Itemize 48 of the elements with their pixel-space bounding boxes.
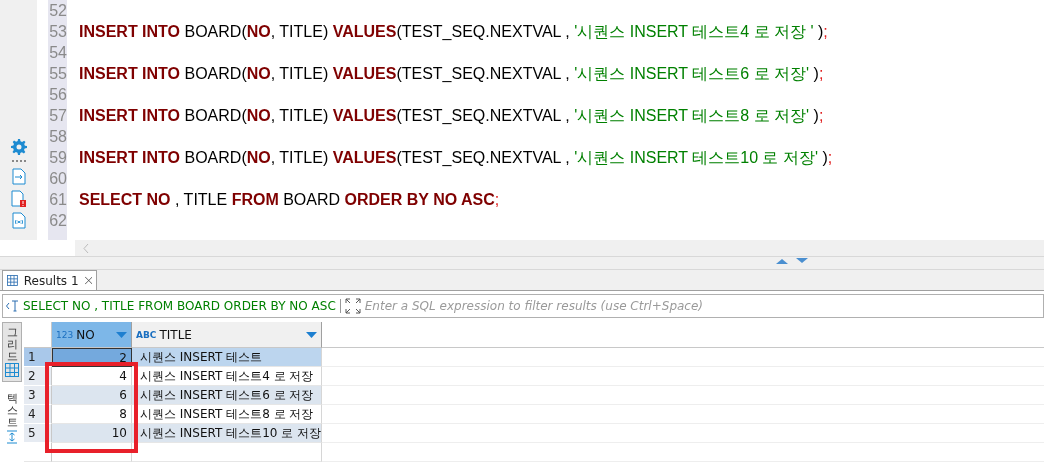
view-mode-tab[interactable]: 텍스트 — [2, 388, 22, 449]
line-number: 60 — [48, 169, 67, 189]
column-header[interactable]: ABC TITLE — [132, 322, 322, 348]
line-number: 57 — [48, 106, 67, 126]
code-line: INSERT INTO BOARD(NO, TITLE) VALUES(TEST_SEQ.NEXTVAL , '시퀀스 INSERT 테스트6 로 저장' ); — [79, 64, 825, 84]
expand-icon[interactable] — [344, 298, 361, 314]
query-text: SELECT NO , TITLE FROM BOARD ORDER BY NO ASC — [23, 299, 336, 313]
filter-input[interactable]: Enter a SQL expression to filter results (use Ctrl+Space) — [364, 299, 1043, 313]
table-cell: 시퀀스 INSERT 테스트 — [132, 348, 322, 367]
dropdown-icon[interactable] — [116, 331, 127, 338]
line-number: 62 — [48, 211, 67, 231]
dropdown-icon[interactable] — [306, 331, 317, 338]
code-line: INSERT INTO BOARD(NO, TITLE) VALUES(TEST_SEQ.NEXTVAL , '시퀀스 INSERT 테스트4 로 저장 ' ); — [79, 22, 829, 42]
table-cell: 6 — [52, 386, 132, 405]
code-line: INSERT INTO BOARD(NO, TITLE) VALUES(TEST_SEQ.NEXTVAL , '시퀀스 INSERT 테스트10 로 저장' ); — [79, 148, 834, 168]
table-icon — [7, 274, 18, 287]
collapse-down-icon[interactable] — [796, 258, 808, 264]
sql-text-icon — [6, 300, 19, 312]
table-cell: 시퀀스 INSERT 테스트6 로 저장 — [132, 386, 322, 405]
grid-icon — [5, 363, 19, 378]
scroll-left-icon[interactable] — [83, 243, 89, 253]
column-header[interactable]: 123 NO — [52, 322, 132, 348]
dots-icon — [11, 160, 26, 163]
close-icon[interactable] — [84, 276, 92, 285]
code-line: INSERT INTO BOARD(NO, TITLE) VALUES(TEST_SEQ.NEXTVAL , '시퀀스 INSERT 테스트8 로 저장' ); — [79, 106, 825, 126]
horizontal-scrollbar[interactable] — [75, 240, 1044, 256]
line-number: 56 — [48, 85, 67, 105]
variable-file-icon[interactable] — [11, 212, 26, 229]
export-icon[interactable] — [11, 168, 26, 185]
table-cell: 10 — [52, 424, 132, 443]
line-number: 61 — [48, 190, 67, 210]
code-line: SELECT NO , TITLE FROM BOARD ORDER BY NO ASC; — [79, 190, 501, 210]
line-number: 52 — [48, 1, 67, 21]
line-number: 54 — [48, 43, 67, 63]
collapse-up-icon[interactable] — [776, 258, 788, 264]
view-mode-tab[interactable]: 그리드 — [2, 322, 22, 383]
line-number: 53 — [48, 22, 67, 42]
row-number[interactable]: 1 — [24, 348, 52, 367]
file-error-icon[interactable] — [10, 190, 27, 207]
filter-field[interactable]: SELECT NO , TITLE FROM BOARD ORDER BY NO ASC Enter a SQL expression to filter results (use Ctrl+Space) — [2, 294, 1044, 318]
line-number: 58 — [48, 127, 67, 147]
settings-icon[interactable] — [10, 139, 27, 155]
table-cell: 시퀀스 INSERT 테스트10 로 저장 — [132, 424, 322, 443]
line-number: 55 — [48, 64, 67, 84]
results-tab[interactable]: Results 1 — [2, 270, 97, 290]
empty-cell — [24, 443, 52, 462]
text-icon — [6, 429, 18, 444]
line-number: 59 — [48, 148, 67, 168]
